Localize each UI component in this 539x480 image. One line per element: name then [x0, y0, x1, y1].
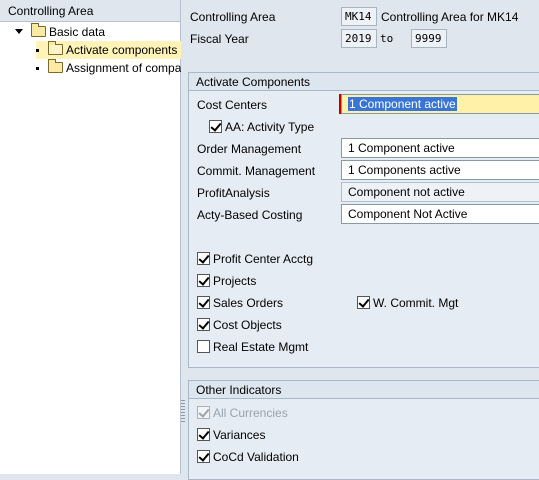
- order-management-label: Order Management: [197, 142, 302, 156]
- folder-icon: [48, 59, 63, 73]
- acty-based-costing-dropdown[interactable]: Component Not Active: [341, 204, 539, 224]
- other-indicators-title: Other Indicators: [189, 381, 539, 399]
- profit-analysis-label: ProfitAnalysis: [197, 186, 270, 200]
- checkbox-checked-icon[interactable]: [197, 274, 210, 287]
- order-management-dropdown[interactable]: 1 Component active: [341, 138, 539, 158]
- checkbox-checked-icon[interactable]: [197, 296, 210, 309]
- commit-management-dropdown[interactable]: 1 Components active: [341, 160, 539, 180]
- bullet-icon: [36, 67, 39, 71]
- cocd-validation-checkbox[interactable]: CoCd Validation: [197, 449, 299, 465]
- controlling-area-label: Controlling Area: [190, 10, 276, 24]
- expand-arrow-icon[interactable]: [15, 29, 23, 34]
- fiscal-year-from-field: 2019: [341, 29, 377, 48]
- cost-centers-label: Cost Centers: [197, 98, 268, 112]
- acty-based-costing-label: Acty-Based Costing: [197, 208, 303, 222]
- checkbox-checked-icon[interactable]: [197, 318, 210, 331]
- splitter-grip-icon[interactable]: [181, 400, 185, 422]
- tree-item-activate-components[interactable]: Activate components: [36, 41, 181, 59]
- checkbox-checked-icon[interactable]: [357, 296, 370, 309]
- aa-activity-type-checkbox[interactable]: AA: Activity Type: [209, 119, 314, 135]
- checkbox-checked-icon: [197, 406, 210, 419]
- fiscal-year-label: Fiscal Year: [190, 32, 249, 46]
- bullet-icon: [36, 49, 39, 53]
- to-label: to: [380, 32, 394, 45]
- all-currencies-checkbox: All Currencies: [197, 405, 288, 421]
- open-folder-icon: [48, 41, 63, 55]
- checkbox-unchecked-icon[interactable]: [197, 340, 210, 353]
- controlling-area-description: Controlling Area for MK14: [381, 10, 519, 24]
- checkbox-checked-icon[interactable]: [197, 428, 210, 441]
- projects-checkbox[interactable]: Projects: [197, 273, 256, 289]
- tree-header: Controlling Area: [0, 0, 180, 22]
- sales-orders-checkbox[interactable]: Sales Orders: [197, 295, 283, 311]
- w-commit-mgt-checkbox[interactable]: W. Commit. Mgt: [357, 295, 458, 311]
- profit-center-checkbox[interactable]: Profit Center Acctg: [197, 251, 313, 267]
- activate-components-title: Activate Components: [189, 73, 539, 91]
- variances-checkbox[interactable]: Variances: [197, 427, 265, 443]
- cost-centers-dropdown[interactable]: 1 Component active: [341, 94, 539, 114]
- checkbox-checked-icon[interactable]: [209, 120, 222, 133]
- commit-management-label: Commit. Management: [197, 164, 316, 178]
- profit-analysis-field: Component not active: [341, 182, 539, 202]
- controlling-area-field: MK14: [341, 7, 377, 26]
- checkbox-checked-icon[interactable]: [197, 450, 210, 463]
- folder-icon: [31, 23, 46, 37]
- checkbox-checked-icon[interactable]: [197, 252, 210, 265]
- real-estate-checkbox[interactable]: Real Estate Mgmt: [197, 339, 308, 355]
- tree-item-assignment[interactable]: Assignment of company codes: [36, 59, 181, 77]
- navigation-tree: Controlling Area Basic data Activate com…: [0, 0, 181, 474]
- cost-objects-checkbox[interactable]: Cost Objects: [197, 317, 282, 333]
- fiscal-year-to-field: 9999: [411, 29, 447, 48]
- tree-node-basic-data[interactable]: Basic data: [15, 23, 105, 41]
- main-content: Controlling Area MK14 Controlling Area f…: [186, 0, 539, 480]
